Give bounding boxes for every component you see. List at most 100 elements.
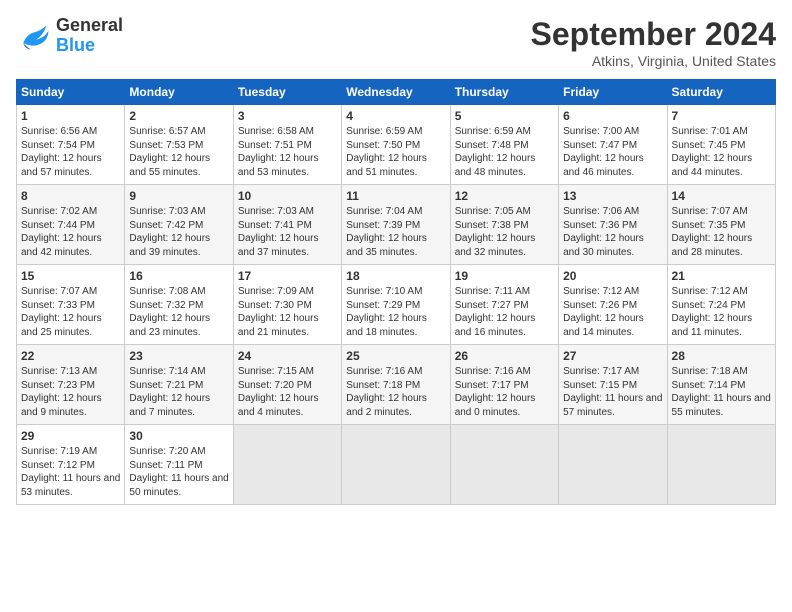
header-wednesday: Wednesday xyxy=(342,80,450,105)
day-number: 30 xyxy=(129,429,228,443)
day-number: 22 xyxy=(21,349,120,363)
day-info: Sunrise: 7:08 AMSunset: 7:32 PMDaylight:… xyxy=(129,285,228,339)
day-number: 18 xyxy=(346,269,445,283)
day-info: Sunrise: 7:20 AMSunset: 7:11 PMDaylight:… xyxy=(129,445,228,499)
table-row: 15 Sunrise: 7:07 AMSunset: 7:33 PMDayligh… xyxy=(17,265,125,345)
day-number: 15 xyxy=(21,269,120,283)
table-row: 20Sunrise: 7:12 AMSunset: 7:26 PMDayligh… xyxy=(559,265,667,345)
calendar-week-row: 1 Sunrise: 6:56 AMSunset: 7:54 PMDaylight… xyxy=(17,105,776,185)
table-row xyxy=(233,425,341,505)
day-info: Sunrise: 7:04 AMSunset: 7:39 PMDaylight:… xyxy=(346,205,445,259)
header-saturday: Saturday xyxy=(667,80,775,105)
header-tuesday: Tuesday xyxy=(233,80,341,105)
table-row: 29 Sunrise: 7:19 AMSunset: 7:12 PMDayligh… xyxy=(17,425,125,505)
table-row: 28Sunrise: 7:18 AMSunset: 7:14 PMDayligh… xyxy=(667,345,775,425)
day-info: Sunrise: 7:12 AMSunset: 7:24 PMDaylight:… xyxy=(672,285,771,339)
day-info: Sunrise: 7:18 AMSunset: 7:14 PMDaylight:… xyxy=(672,365,771,419)
day-number: 2 xyxy=(129,109,228,123)
header-sunday: Sunday xyxy=(17,80,125,105)
day-info: Sunrise: 7:11 AMSunset: 7:27 PMDaylight:… xyxy=(455,285,554,339)
table-row xyxy=(450,425,558,505)
day-info: Sunrise: 7:16 AMSunset: 7:18 PMDaylight:… xyxy=(346,365,445,419)
table-row: 17Sunrise: 7:09 AMSunset: 7:30 PMDayligh… xyxy=(233,265,341,345)
table-row: 6 Sunrise: 7:00 AMSunset: 7:47 PMDaylight… xyxy=(559,105,667,185)
header-thursday: Thursday xyxy=(450,80,558,105)
day-info: Sunrise: 7:05 AMSunset: 7:38 PMDaylight:… xyxy=(455,205,554,259)
calendar-week-row: 8 Sunrise: 7:02 AMSunset: 7:44 PMDaylight… xyxy=(17,185,776,265)
table-row: 11Sunrise: 7:04 AMSunset: 7:39 PMDayligh… xyxy=(342,185,450,265)
day-info: Sunrise: 7:03 AMSunset: 7:42 PMDaylight:… xyxy=(129,205,228,259)
logo-text: General Blue xyxy=(56,16,123,56)
table-row: 23 Sunrise: 7:14 AMSunset: 7:21 PMDayligh… xyxy=(125,345,233,425)
day-number: 7 xyxy=(672,109,771,123)
header-monday: Monday xyxy=(125,80,233,105)
table-row xyxy=(559,425,667,505)
day-number: 21 xyxy=(672,269,771,283)
day-info: Sunrise: 7:10 AMSunset: 7:29 PMDaylight:… xyxy=(346,285,445,339)
calendar-week-row: 22 Sunrise: 7:13 AMSunset: 7:23 PMDayligh… xyxy=(17,345,776,425)
table-row xyxy=(667,425,775,505)
table-row: 30 Sunrise: 7:20 AMSunset: 7:11 PMDayligh… xyxy=(125,425,233,505)
day-number: 27 xyxy=(563,349,662,363)
table-row: 26 Sunrise: 7:16 AMSunset: 7:17 PMDayligh… xyxy=(450,345,558,425)
logo-icon xyxy=(16,18,52,54)
day-number: 3 xyxy=(238,109,337,123)
table-row: 18 Sunrise: 7:10 AMSunset: 7:29 PMDayligh… xyxy=(342,265,450,345)
day-number: 19 xyxy=(455,269,554,283)
day-info: Sunrise: 7:14 AMSunset: 7:21 PMDaylight:… xyxy=(129,365,228,419)
day-info: Sunrise: 6:59 AMSunset: 7:50 PMDaylight:… xyxy=(346,125,445,179)
day-info: Sunrise: 7:12 AMSunset: 7:26 PMDaylight:… xyxy=(563,285,662,339)
calendar-week-row: 29 Sunrise: 7:19 AMSunset: 7:12 PMDayligh… xyxy=(17,425,776,505)
table-row: 13 Sunrise: 7:06 AMSunset: 7:36 PMDayligh… xyxy=(559,185,667,265)
day-info: Sunrise: 7:00 AMSunset: 7:47 PMDaylight:… xyxy=(563,125,662,179)
day-number: 9 xyxy=(129,189,228,203)
table-row: 2Sunrise: 6:57 AMSunset: 7:53 PMDaylight… xyxy=(125,105,233,185)
day-number: 8 xyxy=(21,189,120,203)
day-number: 24 xyxy=(238,349,337,363)
table-row: 12 Sunrise: 7:05 AMSunset: 7:38 PMDayligh… xyxy=(450,185,558,265)
table-row: 7 Sunrise: 7:01 AMSunset: 7:45 PMDaylight… xyxy=(667,105,775,185)
day-number: 13 xyxy=(563,189,662,203)
table-row: 24 Sunrise: 7:15 AMSunset: 7:20 PMDayligh… xyxy=(233,345,341,425)
day-number: 16 xyxy=(129,269,228,283)
day-number: 29 xyxy=(21,429,120,443)
calendar-header-row: Sunday Monday Tuesday Wednesday Thursday… xyxy=(17,80,776,105)
table-row: 1 Sunrise: 6:56 AMSunset: 7:54 PMDaylight… xyxy=(17,105,125,185)
day-number: 12 xyxy=(455,189,554,203)
day-info: Sunrise: 7:06 AMSunset: 7:36 PMDaylight:… xyxy=(563,205,662,259)
day-info: Sunrise: 7:16 AMSunset: 7:17 PMDaylight:… xyxy=(455,365,554,419)
day-info: Sunrise: 7:03 AMSunset: 7:41 PMDaylight:… xyxy=(238,205,337,259)
calendar: Sunday Monday Tuesday Wednesday Thursday… xyxy=(16,79,776,505)
table-row xyxy=(342,425,450,505)
day-number: 14 xyxy=(672,189,771,203)
table-row: 9 Sunrise: 7:03 AMSunset: 7:42 PMDaylight… xyxy=(125,185,233,265)
day-info: Sunrise: 7:07 AMSunset: 7:35 PMDaylight:… xyxy=(672,205,771,259)
table-row: 16 Sunrise: 7:08 AMSunset: 7:32 PMDayligh… xyxy=(125,265,233,345)
day-number: 4 xyxy=(346,109,445,123)
table-row: 21 Sunrise: 7:12 AMSunset: 7:24 PMDayligh… xyxy=(667,265,775,345)
table-row: 19 Sunrise: 7:11 AMSunset: 7:27 PMDayligh… xyxy=(450,265,558,345)
day-number: 26 xyxy=(455,349,554,363)
day-info: Sunrise: 7:19 AMSunset: 7:12 PMDaylight:… xyxy=(21,445,120,499)
logo: General Blue xyxy=(16,16,123,56)
day-info: Sunrise: 7:13 AMSunset: 7:23 PMDaylight:… xyxy=(21,365,120,419)
day-info: Sunrise: 6:56 AMSunset: 7:54 PMDaylight:… xyxy=(21,125,120,179)
table-row: 25 Sunrise: 7:16 AMSunset: 7:18 PMDayligh… xyxy=(342,345,450,425)
table-row: 4 Sunrise: 6:59 AMSunset: 7:50 PMDaylight… xyxy=(342,105,450,185)
day-number: 10 xyxy=(238,189,337,203)
day-info: Sunrise: 6:59 AMSunset: 7:48 PMDaylight:… xyxy=(455,125,554,179)
page-header: General Blue September 2024 Atkins, Virg… xyxy=(16,16,776,69)
calendar-week-row: 15 Sunrise: 7:07 AMSunset: 7:33 PMDayligh… xyxy=(17,265,776,345)
day-number: 25 xyxy=(346,349,445,363)
day-number: 6 xyxy=(563,109,662,123)
table-row: 5Sunrise: 6:59 AMSunset: 7:48 PMDaylight… xyxy=(450,105,558,185)
day-number: 23 xyxy=(129,349,228,363)
table-row: 3Sunrise: 6:58 AMSunset: 7:51 PMDaylight… xyxy=(233,105,341,185)
day-info: Sunrise: 7:15 AMSunset: 7:20 PMDaylight:… xyxy=(238,365,337,419)
table-row: 8 Sunrise: 7:02 AMSunset: 7:44 PMDaylight… xyxy=(17,185,125,265)
table-row: 10 Sunrise: 7:03 AMSunset: 7:41 PMDayligh… xyxy=(233,185,341,265)
day-info: Sunrise: 7:07 AMSunset: 7:33 PMDaylight:… xyxy=(21,285,120,339)
day-info: Sunrise: 7:01 AMSunset: 7:45 PMDaylight:… xyxy=(672,125,771,179)
day-info: Sunrise: 7:02 AMSunset: 7:44 PMDaylight:… xyxy=(21,205,120,259)
day-number: 1 xyxy=(21,109,120,123)
